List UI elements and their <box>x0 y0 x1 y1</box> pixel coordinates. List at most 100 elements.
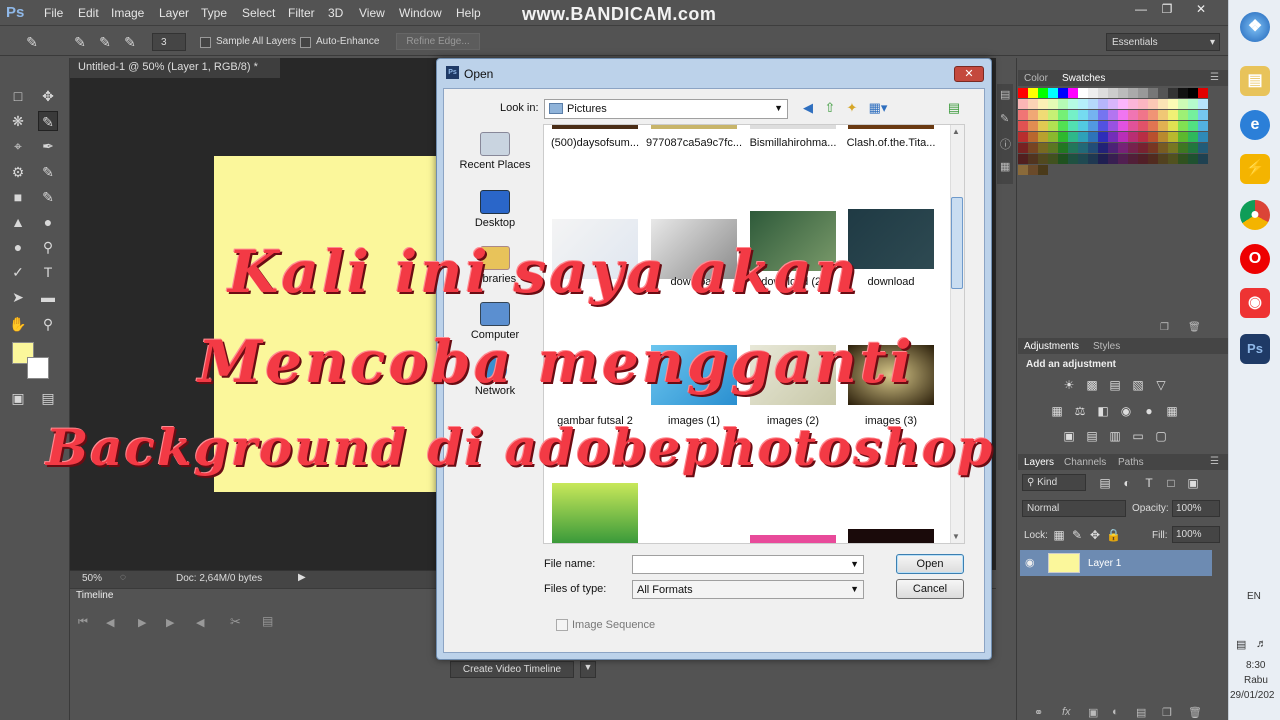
swatch[interactable] <box>1058 121 1068 131</box>
swatch[interactable] <box>1198 143 1208 153</box>
swatch[interactable] <box>1148 88 1158 98</box>
lock-transparent-icon[interactable]: ▦ <box>1052 528 1066 542</box>
sample-all-layers-checkbox[interactable] <box>200 37 211 48</box>
swatch[interactable] <box>1198 132 1208 142</box>
dialog-close-button[interactable]: ✕ <box>954 66 984 82</box>
brush-size-picker[interactable]: 3 <box>152 33 186 51</box>
swatch[interactable] <box>1178 88 1188 98</box>
swatch[interactable] <box>1048 132 1058 142</box>
language-indicator[interactable]: EN <box>1247 591 1261 602</box>
eyedropper-tool-icon[interactable]: ✒ <box>38 136 58 156</box>
lasso-tool-icon[interactable]: ❋ <box>8 111 28 131</box>
up-folder-icon[interactable]: ⇧ <box>822 100 838 116</box>
swatch[interactable] <box>1118 143 1128 153</box>
clock-time[interactable]: 8:30 <box>1246 660 1265 671</box>
group-icon[interactable]: ▤ <box>1136 706 1146 719</box>
dodge-tool-icon[interactable]: ⚲ <box>38 237 58 257</box>
image-sequence-checkbox[interactable] <box>556 619 568 631</box>
workspace-select[interactable]: Essentials ▾ <box>1106 33 1220 51</box>
swatch[interactable] <box>1158 154 1168 164</box>
swatch[interactable] <box>1148 99 1158 109</box>
swatch[interactable] <box>1058 132 1068 142</box>
swatch[interactable] <box>1108 99 1118 109</box>
delete-layer-icon[interactable]: 🗑 <box>1188 706 1202 719</box>
swatch[interactable] <box>1138 88 1148 98</box>
black-white-icon[interactable]: ◧ <box>1096 404 1110 418</box>
crop-tool-icon[interactable]: ⌖ <box>8 136 28 156</box>
swatch[interactable] <box>1188 154 1198 164</box>
swatch[interactable] <box>1078 132 1088 142</box>
fill-input[interactable]: 100% <box>1172 526 1220 543</box>
swatch[interactable] <box>1168 132 1178 142</box>
back-icon[interactable]: ◀ <box>800 100 816 116</box>
swatch[interactable] <box>1108 154 1118 164</box>
swatch[interactable] <box>1048 110 1058 120</box>
curves-icon[interactable]: ▤ <box>1108 378 1122 392</box>
exposure-icon[interactable]: ▧ <box>1131 378 1145 392</box>
swatch[interactable] <box>1178 132 1188 142</box>
swatch[interactable] <box>1128 110 1138 120</box>
swatch[interactable] <box>1168 154 1178 164</box>
swatch[interactable] <box>1058 154 1068 164</box>
file-name[interactable]: Bismillahirohma... <box>745 137 841 149</box>
subtract-from-selection-icon[interactable]: ✎ <box>120 32 140 52</box>
swatch[interactable] <box>1088 110 1098 120</box>
swatch[interactable] <box>1078 110 1088 120</box>
filter-smart-object-icon[interactable]: ▣ <box>1186 476 1200 490</box>
scrollbar-thumb[interactable] <box>951 197 963 289</box>
restore-icon[interactable]: ❐ <box>1156 2 1178 20</box>
chrome-icon[interactable]: ● <box>1240 200 1270 230</box>
document-tab[interactable]: Untitled-1 @ 50% (Layer 1, RGB/8) * <box>70 58 280 78</box>
swatch[interactable] <box>1188 121 1198 131</box>
swatch[interactable] <box>1068 132 1078 142</box>
swatch[interactable] <box>1088 121 1098 131</box>
auto-enhance-checkbox[interactable] <box>300 37 311 48</box>
tab-channels[interactable]: Channels <box>1064 457 1106 468</box>
swatch[interactable] <box>1138 110 1148 120</box>
swatch[interactable] <box>1188 88 1198 98</box>
scroll-down-icon[interactable]: ▼ <box>952 532 960 541</box>
swatch[interactable] <box>1048 99 1058 109</box>
move-tool-icon[interactable]: ✥ <box>38 86 58 106</box>
swatch[interactable] <box>1018 121 1028 131</box>
file-thumbnail[interactable] <box>552 125 638 129</box>
swatch[interactable] <box>1018 99 1028 109</box>
lock-all-icon[interactable]: 🔒 <box>1106 528 1121 542</box>
minimize-icon[interactable]: — <box>1130 2 1152 20</box>
folder-action-icon[interactable]: ▤ <box>946 100 962 116</box>
posterize-icon[interactable]: ▤ <box>1085 429 1099 443</box>
tab-adjustments[interactable]: Adjustments <box>1024 341 1079 352</box>
menu-view[interactable]: View <box>359 6 385 20</box>
layer-filter-select[interactable]: ⚲ Kind <box>1022 474 1086 491</box>
file-thumbnail[interactable] <box>552 483 638 543</box>
swatch[interactable] <box>1088 99 1098 109</box>
swatch[interactable] <box>1158 110 1168 120</box>
type-tool-icon[interactable]: T <box>38 262 58 282</box>
swatch[interactable] <box>1068 99 1078 109</box>
swatches-grid[interactable] <box>1018 88 1214 178</box>
chevron-down-icon[interactable]: ▼ <box>580 661 596 678</box>
look-in-select[interactable]: Pictures ▼ <box>544 99 788 119</box>
swatch[interactable] <box>1118 110 1128 120</box>
swatch[interactable] <box>1138 143 1148 153</box>
swatch[interactable] <box>1088 143 1098 153</box>
history-brush-tool-icon[interactable]: ✎ <box>38 187 58 207</box>
file-explorer-icon[interactable]: ▤ <box>1240 66 1270 96</box>
panel-menu-icon[interactable]: ☰ <box>1210 72 1219 83</box>
transition-icon[interactable]: ▤ <box>262 614 273 628</box>
swatch[interactable] <box>1128 121 1138 131</box>
audio-icon[interactable]: ◀ <box>196 616 204 629</box>
quick-mask-icon[interactable]: ▣ <box>8 388 28 408</box>
swatch[interactable] <box>1138 132 1148 142</box>
swatch[interactable] <box>1038 132 1048 142</box>
swatch[interactable] <box>1108 88 1118 98</box>
delete-swatch-icon[interactable]: 🗑 <box>1188 322 1201 333</box>
swatch[interactable] <box>1108 143 1118 153</box>
new-folder-icon[interactable]: ✦ <box>844 100 860 116</box>
file-thumbnail[interactable] <box>848 209 934 269</box>
swatch[interactable] <box>1028 88 1038 98</box>
swatch[interactable] <box>1078 121 1088 131</box>
swatch[interactable] <box>1038 165 1048 175</box>
view-menu-icon[interactable]: ▦▾ <box>866 100 890 116</box>
swatch[interactable] <box>1128 154 1138 164</box>
